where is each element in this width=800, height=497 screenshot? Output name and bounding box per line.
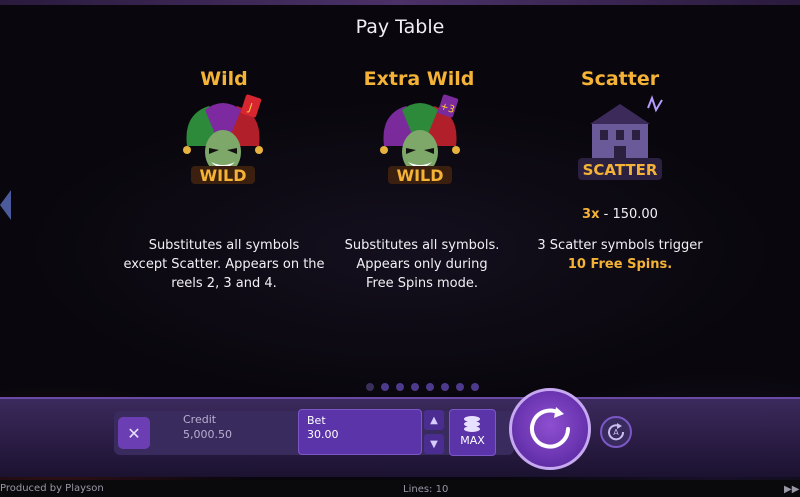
free-spins-highlight: 10 Free Spins.: [567, 257, 673, 272]
symbol-description-wild: Substitutes all symbols except Scatter. …: [123, 238, 325, 291]
symbol-title-wild: Wild: [200, 68, 248, 90]
scatter-payout: 3x - 150.00: [520, 205, 720, 224]
svg-text:WILD: WILD: [199, 166, 246, 185]
fast-forward-icon[interactable]: ▶▶: [784, 484, 799, 495]
lines-count: Lines: 10: [403, 484, 449, 495]
pagination-dots: [366, 383, 479, 391]
payout-value: 150.00: [612, 207, 658, 222]
svg-text:SCATTER: SCATTER: [583, 161, 658, 179]
page-dot-3[interactable]: [396, 383, 404, 391]
bet-decrease-button[interactable]: ▼: [424, 434, 444, 454]
page-dot-5[interactable]: [426, 383, 434, 391]
max-label: MAX: [460, 434, 485, 447]
symbol-description-scatter: 3 Scatter symbols trigger 10 Free Spins.: [520, 236, 720, 274]
arrow-down-icon: ▼: [430, 438, 438, 450]
page-dot-4[interactable]: [411, 383, 419, 391]
symbol-title-scatter: Scatter: [580, 68, 660, 90]
credit-label: Credit: [183, 413, 217, 426]
svg-text:A: A: [613, 428, 619, 437]
svg-text:WILD: WILD: [396, 166, 443, 185]
spin-button[interactable]: [509, 388, 591, 470]
page-dot-7[interactable]: [456, 383, 464, 391]
coins-icon: [464, 416, 480, 432]
page-title: Pay Table: [355, 16, 445, 38]
jester-wild-icon: J WILD: [173, 94, 273, 194]
payout-count: 3x: [582, 207, 600, 222]
credit-value: 5,000.50: [183, 428, 232, 441]
bet-value: 30.00: [307, 428, 339, 441]
max-bet-button[interactable]: MAX: [449, 409, 496, 456]
close-icon: ✕: [127, 423, 141, 443]
footer-bar: [0, 480, 800, 497]
autoplay-icon: A: [608, 423, 625, 441]
page-dot-6[interactable]: [441, 383, 449, 391]
page-dot-8[interactable]: [471, 383, 479, 391]
top-border: [0, 0, 800, 5]
bet-increase-button[interactable]: ▲: [424, 410, 444, 430]
autoplay-button[interactable]: A: [600, 416, 632, 448]
arrow-up-icon: ▲: [430, 414, 438, 426]
page-dot-2[interactable]: [381, 383, 389, 391]
bet-label: Bet: [307, 414, 326, 427]
spin-icon: [530, 407, 570, 449]
page-dot-1[interactable]: [366, 383, 374, 391]
jester-extra-wild-icon: +3 WILD: [370, 94, 470, 194]
payout-separator: -: [603, 207, 609, 222]
close-button[interactable]: ✕: [118, 417, 150, 449]
produced-by-text: Produced by Playson: [0, 483, 104, 494]
symbol-title-extra-wild: Extra Wild: [363, 68, 475, 90]
previous-page-arrow-icon[interactable]: [0, 190, 11, 220]
haunted-house-scatter-icon: SCATTER: [570, 94, 670, 194]
symbol-description-extra-wild: Substitutes all symbols. Appears only du…: [344, 238, 500, 291]
